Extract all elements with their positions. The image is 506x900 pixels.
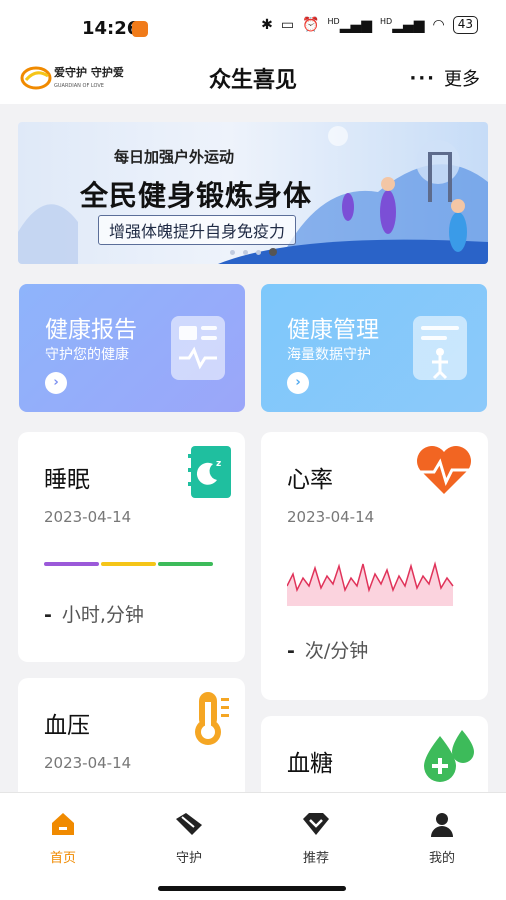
signal-icon-2: HD▂▄▆ xyxy=(380,16,425,34)
banner-title: 全民健身锻炼身体 xyxy=(80,179,313,212)
card-title: 心率 xyxy=(287,467,333,493)
thermometer-icon xyxy=(195,692,229,745)
guard-icon xyxy=(176,813,202,835)
report-icon xyxy=(171,316,225,380)
more-icon: ··· xyxy=(409,67,436,89)
more-label: 更多 xyxy=(444,69,480,90)
banner-dot[interactable] xyxy=(243,249,248,255)
bluetooth-icon: ✱ xyxy=(261,17,273,33)
tab-label: 推荐 xyxy=(302,851,329,866)
sleep-bar-deep xyxy=(44,562,99,566)
management-icon xyxy=(413,316,467,380)
arrow-right-icon[interactable]: › xyxy=(287,372,309,394)
promo-banner[interactable]: 每日加强户外运动 全民健身锻炼身体 增强体魄提升自身免疫力 xyxy=(18,122,488,264)
sleep-bar-light xyxy=(101,562,156,566)
app-header: 爱守护 守护爱 GUARDIAN OF LOVE 众生喜见 ··· 更多 xyxy=(0,52,506,104)
card-date: 2023-04-14 xyxy=(287,508,375,526)
card-date: 2023-04-14 xyxy=(44,508,132,526)
banner-dot[interactable] xyxy=(230,249,235,255)
sleep-stage-bar xyxy=(44,562,213,566)
tile-title: 健康管理 xyxy=(287,317,379,343)
svg-text:z: z xyxy=(216,459,221,469)
health-report-tile[interactable]: 健康报告 守护您的健康 › xyxy=(19,284,245,412)
banner-pagination[interactable] xyxy=(230,248,277,256)
card-title: 血压 xyxy=(44,713,90,739)
signal-icon: HD▂▄▆ xyxy=(327,16,373,34)
battery-icon: 43 xyxy=(452,16,478,34)
vibrate-icon: ▭ xyxy=(280,17,295,33)
card-title: 睡眠 xyxy=(44,467,90,493)
health-management-tile[interactable]: 健康管理 海量数据守护 › xyxy=(261,284,487,412)
banner-dot[interactable] xyxy=(256,249,261,255)
banner-subtitle: 每日加强户外运动 xyxy=(114,148,235,166)
tab-label: 我的 xyxy=(428,851,455,866)
banner-dot-active[interactable] xyxy=(269,248,277,256)
banner-tagline: 增强体魄提升自身免疫力 xyxy=(98,215,297,245)
arrow-right-icon[interactable]: › xyxy=(45,372,67,394)
tile-subtitle: 海量数据守护 xyxy=(287,347,371,363)
tab-label: 首页 xyxy=(49,851,76,866)
app-notification-icon xyxy=(132,21,148,37)
blood-drop-icon xyxy=(424,730,474,782)
wifi-icon: ◠ xyxy=(432,17,445,33)
bottom-tab-bar: 首页 守护 推荐 我的 xyxy=(0,792,506,900)
sleep-card[interactable]: 睡眠 2023-04-14 z - 小时,分钟 xyxy=(18,432,245,662)
tile-subtitle: 守护您的健康 xyxy=(45,347,129,363)
card-title: 血糖 xyxy=(287,751,333,777)
tile-title: 健康报告 xyxy=(45,317,137,343)
tab-profile[interactable]: 我的 xyxy=(402,811,482,866)
more-button[interactable]: ··· 更多 xyxy=(409,65,480,91)
tab-guard[interactable]: 守护 xyxy=(149,811,229,866)
status-time: 14:26 xyxy=(82,18,140,39)
heart-rate-icon xyxy=(417,446,472,494)
alarm-icon: ⏰ xyxy=(302,17,320,33)
tab-label: 守护 xyxy=(175,851,202,866)
heart-rate-value: - 次/分钟 xyxy=(287,640,369,662)
tab-recommend[interactable]: 推荐 xyxy=(276,811,356,866)
sleep-value: - 小时,分钟 xyxy=(44,604,144,626)
sleep-bar-awake xyxy=(158,562,213,566)
heart-rate-waveform xyxy=(287,561,454,606)
heart-rate-card[interactable]: 心率 2023-04-14 - 次/分钟 xyxy=(261,432,488,700)
tab-home[interactable]: 首页 xyxy=(23,811,103,866)
card-date: 2023-04-14 xyxy=(44,754,132,772)
status-icons: ✱ ▭ ⏰ HD▂▄▆ HD▂▄▆ ◠ 43 xyxy=(261,16,478,34)
status-bar: 14:26 ✱ ▭ ⏰ HD▂▄▆ HD▂▄▆ ◠ 43 xyxy=(0,0,506,52)
sleep-icon: z xyxy=(188,446,231,498)
home-icon xyxy=(52,813,74,835)
home-indicator xyxy=(158,886,346,891)
recommend-icon xyxy=(303,813,329,835)
profile-icon xyxy=(431,813,453,837)
